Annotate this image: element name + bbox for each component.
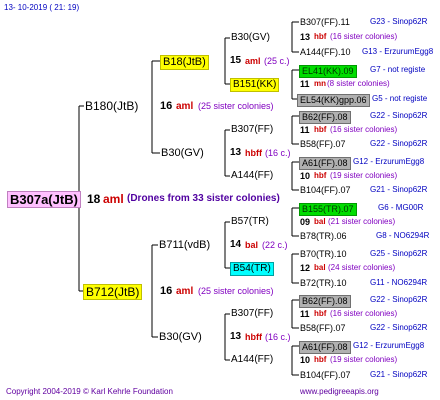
- gen4-2-sire-code: G5 - not registe: [372, 94, 428, 103]
- gen1-dam-queen[interactable]: B712(JtB): [83, 284, 143, 300]
- gen2-queen-3[interactable]: B711(vdB): [159, 240, 210, 251]
- gen4-2-dam[interactable]: EL41(KK).09: [299, 65, 357, 78]
- gen2-3-note: (22 c.): [262, 240, 288, 250]
- gen4-6-sire[interactable]: B72(TR).10: [300, 279, 347, 288]
- site-link[interactable]: www.pedigreeapis.org: [300, 388, 379, 396]
- gen4-1-mating-label: hbf: [314, 32, 327, 41]
- gen4-2-dam-code: G7 - not registe: [370, 65, 426, 74]
- copyright-text: Copyright 2004-2019 © Karl Kehrle Founda…: [6, 387, 173, 396]
- gen2-4-mating-label: hbff: [245, 332, 262, 342]
- gen4-2-note: (8 sister colonies): [327, 79, 390, 88]
- gen3-queen-6[interactable]: B54(TR): [230, 262, 274, 276]
- gen4-4-dam[interactable]: A61(FF).08: [299, 157, 351, 170]
- gen4-8-mating-label: hbf: [314, 355, 327, 364]
- gen2-queen-2[interactable]: B30(GV): [161, 148, 204, 159]
- gen4-1-dam-code: G23 - Sinop62R: [370, 17, 428, 26]
- gen4-3-mating-label: hbf: [314, 125, 327, 134]
- gen2-1-mating-count: 15: [230, 55, 242, 66]
- gen4-6-dam-code: G25 - Sinop62R: [370, 249, 428, 258]
- gen2-2-note: (16 c.): [265, 148, 291, 158]
- gen4-7-sire[interactable]: B58(FF).07: [300, 324, 346, 333]
- gen4-8-dam-code: G12 - ErzurumEgg8: [353, 341, 425, 350]
- pedigree-chart: 13- 10-2019 ( 21: 19) Copyright 2004-201…: [0, 0, 440, 400]
- gen4-3-dam-code: G22 - Sinop62R: [370, 111, 428, 120]
- gen2-1-note: (25 c.): [264, 56, 290, 66]
- gen4-8-sire-code: G21 - Sinop62R: [370, 370, 428, 379]
- gen4-4-sire-code: G21 - Sinop62R: [370, 185, 428, 194]
- gen4-8-sire[interactable]: B104(FF).07: [300, 371, 351, 380]
- gen4-7-mating-label: hbf: [314, 309, 327, 318]
- gen4-5-sire-code: G8 - NO6294R: [376, 231, 430, 240]
- gen4-7-dam-code: G22 - Sinop62R: [370, 295, 428, 304]
- gen2-2-mating-count: 13: [230, 147, 242, 158]
- gen3-queen-5[interactable]: B57(TR): [231, 217, 269, 227]
- gen4-5-note: (21 sister colonies): [328, 217, 396, 226]
- gen4-3-note: (16 sister colonies): [330, 125, 398, 134]
- gen2-4-mating-count: 13: [230, 331, 242, 342]
- gen4-3-sire[interactable]: B58(FF).07: [300, 140, 346, 149]
- gen3-queen-1[interactable]: B30(GV): [231, 33, 270, 43]
- gen4-4-sire[interactable]: B104(FF).07: [300, 186, 351, 195]
- gen4-3-sire-code: G22 - Sinop62R: [370, 139, 428, 148]
- gen2-1-mating-label: aml: [245, 56, 261, 66]
- root-mating-count: 18: [87, 192, 101, 206]
- root-queen[interactable]: B307a(JtB): [7, 191, 81, 208]
- gen4-6-sire-code: G11 - NO6294R: [370, 278, 428, 287]
- gen1-dam-mating-count: 16: [160, 285, 173, 297]
- gen4-1-sire[interactable]: A144(FF).10: [300, 48, 351, 57]
- gen4-2-mating-count: 11: [300, 79, 310, 89]
- gen3-queen-7[interactable]: B307(FF): [231, 309, 273, 319]
- gen2-4-note: (16 c.): [265, 332, 291, 342]
- gen3-queen-8[interactable]: A144(FF): [231, 355, 273, 365]
- gen4-4-mating-label: hbf: [314, 171, 327, 180]
- gen4-6-mating-label: bal: [314, 263, 326, 272]
- gen2-2-mating-label: hbff: [245, 148, 262, 158]
- gen4-1-sire-code: G13 - ErzurumEgg8: [362, 47, 434, 56]
- timestamp: 13- 10-2019 ( 21: 19): [4, 3, 80, 12]
- gen3-queen-4[interactable]: A144(FF): [231, 171, 273, 181]
- gen4-7-sire-code: G22 - Sinop62R: [370, 323, 428, 332]
- gen4-2-sire[interactable]: EL54(KK)gpp.06: [297, 94, 370, 107]
- gen3-queen-3[interactable]: B307(FF): [231, 125, 273, 135]
- gen2-queen-1[interactable]: B18(JtB): [160, 55, 209, 70]
- gen3-queen-2[interactable]: B151(KK): [230, 78, 280, 92]
- gen4-3-mating-count: 11: [300, 125, 310, 135]
- gen2-queen-4[interactable]: B30(GV): [159, 332, 202, 343]
- root-mating-label: aml: [103, 192, 124, 206]
- gen4-8-mating-count: 10: [300, 355, 311, 365]
- gen4-7-mating-count: 11: [300, 309, 310, 319]
- gen4-8-dam[interactable]: A61(FF).08: [299, 341, 351, 354]
- gen1-sire-note: (25 sister colonies): [198, 101, 274, 111]
- gen4-5-dam[interactable]: B155(TR).07: [299, 203, 357, 216]
- gen4-1-dam[interactable]: B307(FF).11: [300, 18, 350, 27]
- gen1-sire-mating-count: 16: [160, 100, 173, 112]
- gen4-6-note: (24 sister colonies): [328, 263, 396, 272]
- gen4-6-mating-count: 12: [300, 263, 311, 273]
- gen4-2-mating-label: mn: [314, 79, 326, 88]
- gen4-8-note: (19 sister colonies): [330, 355, 398, 364]
- gen2-3-mating-label: bal: [245, 240, 259, 250]
- gen1-dam-mating-label: aml: [176, 286, 194, 297]
- gen4-6-dam[interactable]: B70(TR).10: [300, 250, 347, 259]
- gen1-sire-mating-label: aml: [176, 101, 194, 112]
- gen4-1-note: (16 sister colonies): [330, 32, 398, 41]
- gen1-sire-queen[interactable]: B180(JtB): [85, 100, 138, 112]
- gen4-5-mating-count: 09: [300, 217, 311, 227]
- gen4-4-mating-count: 10: [300, 171, 311, 181]
- gen4-4-note: (19 sister colonies): [330, 171, 398, 180]
- gen4-7-note: (16 sister colonies): [330, 309, 398, 318]
- gen4-5-sire[interactable]: B78(TR).06: [300, 232, 347, 241]
- gen2-3-mating-count: 14: [230, 239, 242, 250]
- gen4-5-mating-label: bal: [314, 217, 326, 226]
- gen4-7-dam[interactable]: B62(FF).08: [299, 295, 351, 308]
- gen1-dam-note: (25 sister colonies): [198, 286, 274, 296]
- gen4-1-mating-count: 13: [300, 32, 311, 42]
- root-drone-note: (Drones from 33 sister colonies): [127, 193, 280, 204]
- gen4-4-dam-code: G12 - ErzurumEgg8: [353, 157, 425, 166]
- gen4-5-dam-code: G6 - MG00R: [378, 203, 424, 212]
- gen4-3-dam[interactable]: B62(FF).08: [299, 111, 351, 124]
